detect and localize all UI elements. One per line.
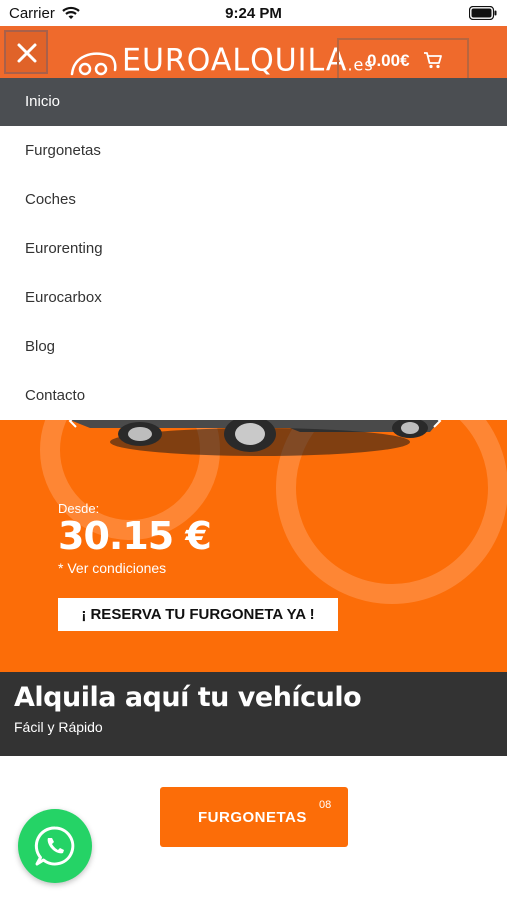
slider-next-icon[interactable] (430, 420, 444, 433)
status-bar: Carrier 9:24 PM (0, 0, 507, 26)
close-menu-button[interactable] (4, 30, 48, 74)
whatsapp-icon (34, 826, 75, 866)
site-logo[interactable]: EUROALQUILA.es (122, 42, 374, 79)
menu-item-eurorenting[interactable]: Eurorenting (0, 225, 507, 273)
menu-item-furgonetas[interactable]: Furgonetas (0, 127, 507, 175)
navigation-menu: Inicio Furgonetas Coches Eurorenting Eur… (0, 78, 507, 420)
menu-item-blog[interactable]: Blog (0, 323, 507, 371)
clock: 9:24 PM (225, 5, 282, 22)
rent-banner: Alquila aquí tu vehículo Fácil y Rápido (0, 672, 507, 756)
banner-subtitle: Fácil y Rápido (14, 719, 103, 735)
whatsapp-button[interactable] (18, 809, 92, 883)
battery-icon (468, 5, 497, 21)
hero-slider: Desde: 30.15 € * Ver condiciones ¡ RESER… (0, 420, 507, 672)
close-icon (17, 43, 37, 63)
hero-price: 30.15 € (58, 514, 212, 558)
category-label: FURGONETAS (198, 809, 307, 826)
menu-item-contacto[interactable]: Contacto (0, 372, 507, 420)
furgonetas-category-button[interactable]: FURGONETAS 08 (160, 787, 348, 847)
slider-prev-icon[interactable] (66, 420, 80, 433)
reserve-van-button[interactable]: ¡ RESERVA TU FURGONETA YA ! (58, 598, 338, 631)
site-header: EUROALQUILA.es 0.00€ (0, 26, 507, 80)
banner-title: Alquila aquí tu vehículo (14, 682, 362, 713)
category-count: 08 (319, 799, 332, 811)
cart-total: 0.00€ (367, 51, 410, 70)
menu-item-eurocarbox[interactable]: Eurocarbox (0, 274, 507, 322)
menu-item-inicio[interactable]: Inicio (0, 78, 507, 126)
cart-button[interactable]: 0.00€ (337, 38, 469, 80)
logo-main-text: EUROALQUILA (122, 42, 348, 79)
menu-item-coches[interactable]: Coches (0, 176, 507, 224)
conditions-link[interactable]: * Ver condiciones (58, 560, 166, 576)
cart-icon (423, 51, 443, 74)
